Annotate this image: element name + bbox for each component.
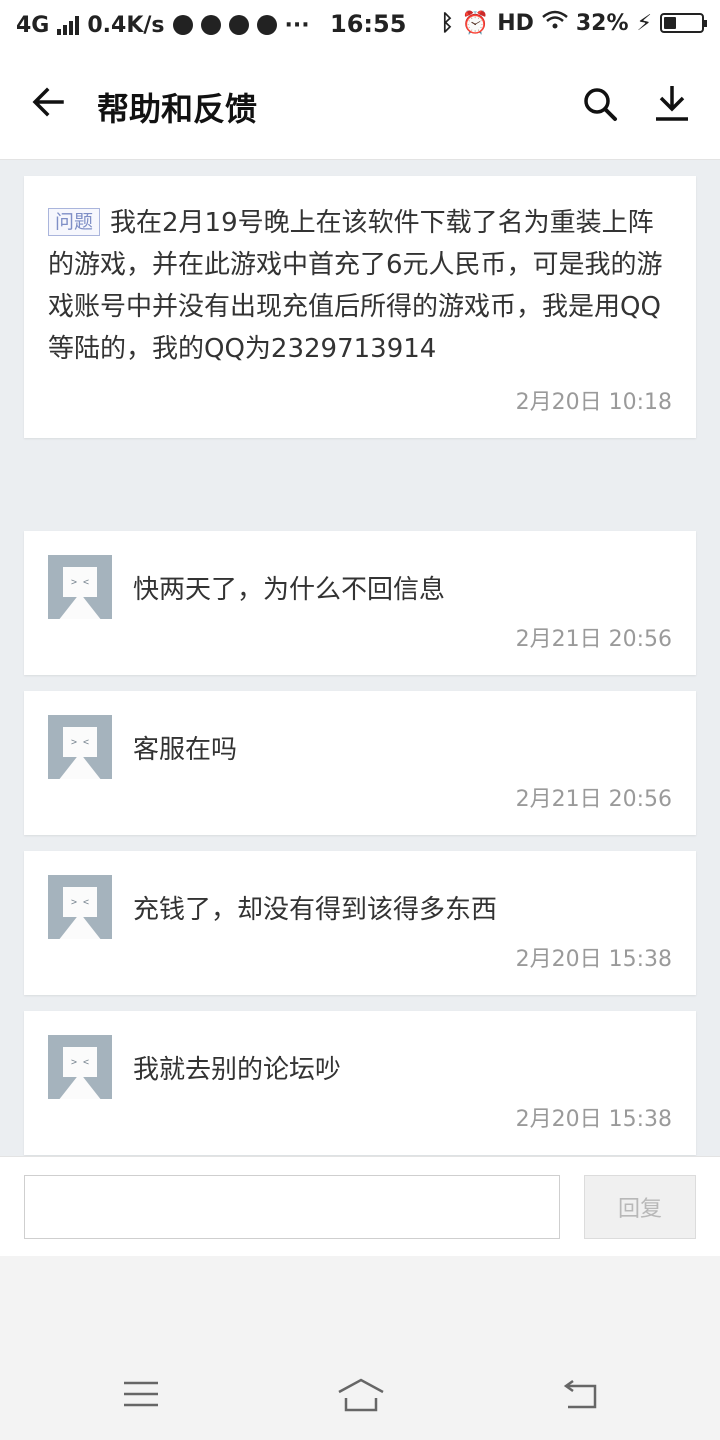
avatar-body	[58, 913, 102, 939]
message-time: 2月20日 15:38	[515, 1107, 672, 1132]
reply-button[interactable]: 回复	[584, 1175, 696, 1239]
message-time: 2月20日 15:38	[515, 947, 672, 972]
question-text: 我在2月19号晚上在该软件下载了名为重装上阵的游戏，并在此游戏中首充了6元人民币…	[48, 208, 663, 364]
bluetooth-icon: ᛒ	[440, 10, 454, 36]
arrow-left-icon	[32, 87, 64, 117]
system-nav-bar	[0, 1256, 720, 1440]
search-button[interactable]	[580, 84, 620, 124]
page-title: 帮助和反馈	[97, 90, 258, 128]
nav-back-button[interactable]	[560, 1378, 600, 1410]
battery-percent: 32%	[575, 10, 629, 36]
battery-level	[664, 17, 676, 29]
avatar: > <	[48, 1035, 112, 1099]
question-body: 问题 我在2月19号晚上在该软件下载了名为重装上阵的游戏，并在此游戏中首充了6元人…	[48, 202, 674, 370]
more-notifications: ···	[284, 12, 310, 38]
avatar: > <	[48, 715, 112, 779]
signal-icon	[57, 15, 80, 35]
storage-notify-icon	[256, 15, 277, 35]
charging-icon: ⚡	[636, 10, 652, 36]
message-text: 我就去别的论坛吵	[133, 1055, 342, 1085]
nav-menu-button[interactable]	[121, 1378, 161, 1410]
reply-input[interactable]	[24, 1175, 560, 1239]
menu-icon	[124, 1381, 158, 1407]
network-speed: 0.4K/s	[87, 12, 165, 38]
back-icon	[563, 1379, 597, 1409]
avatar: > <	[48, 875, 112, 939]
download-icon	[656, 86, 688, 121]
avatar: > <	[48, 555, 112, 619]
download-button[interactable]	[652, 82, 692, 124]
app-notify-icon	[172, 15, 193, 35]
status-bar: 4G 0.4K/s ··· 16:55 ᛒ ⏰ HD 32% ⚡	[0, 0, 720, 50]
search-icon	[584, 88, 617, 121]
weibo-notify-icon	[228, 15, 249, 35]
avatar-body	[58, 1073, 102, 1099]
avatar-body	[58, 753, 102, 779]
network-type: 4G	[16, 12, 50, 38]
home-icon	[338, 1378, 384, 1412]
hd-label: HD	[497, 10, 534, 36]
message-text: 快两天了，为什么不回信息	[133, 575, 446, 605]
battery-icon	[660, 13, 707, 33]
avatar-body	[58, 593, 102, 619]
message-time: 2月21日 20:56	[515, 787, 672, 812]
question-card: 问题 我在2月19号晚上在该软件下载了名为重装上阵的游戏，并在此游戏中首充了6元人…	[24, 176, 696, 438]
message-card: > < 我就去别的论坛吵 2月20日 15:38	[24, 1011, 696, 1155]
reply-bar: 回复	[0, 1156, 720, 1256]
message-card: > < 快两天了，为什么不回信息 2月21日 20:56	[24, 531, 696, 675]
back-button[interactable]	[28, 82, 68, 122]
browser-notify-icon	[200, 15, 221, 35]
message-text: 充钱了，却没有得到该得多东西	[133, 895, 498, 925]
status-time: 16:55	[330, 10, 407, 38]
nav-home-button[interactable]	[336, 1376, 386, 1414]
message-time: 2月21日 20:56	[515, 627, 672, 652]
feedback-thread[interactable]: 问题 我在2月19号晚上在该软件下载了名为重装上阵的游戏，并在此游戏中首充了6元人…	[0, 160, 720, 1156]
status-left: 4G 0.4K/s ···	[16, 13, 310, 38]
message-card: > < 充钱了，却没有得到该得多东西 2月20日 15:38	[24, 851, 696, 995]
app-header: 帮助和反馈	[0, 50, 720, 160]
status-right: ᛒ ⏰ HD 32% ⚡	[440, 10, 707, 36]
question-time: 2月20日 10:18	[515, 390, 672, 415]
message-text: 客服在吗	[133, 735, 238, 765]
alarm-icon: ⏰	[461, 10, 490, 36]
question-tag: 问题	[48, 208, 101, 236]
wifi-icon	[542, 10, 568, 36]
message-card: > < 客服在吗 2月21日 20:56	[24, 691, 696, 835]
